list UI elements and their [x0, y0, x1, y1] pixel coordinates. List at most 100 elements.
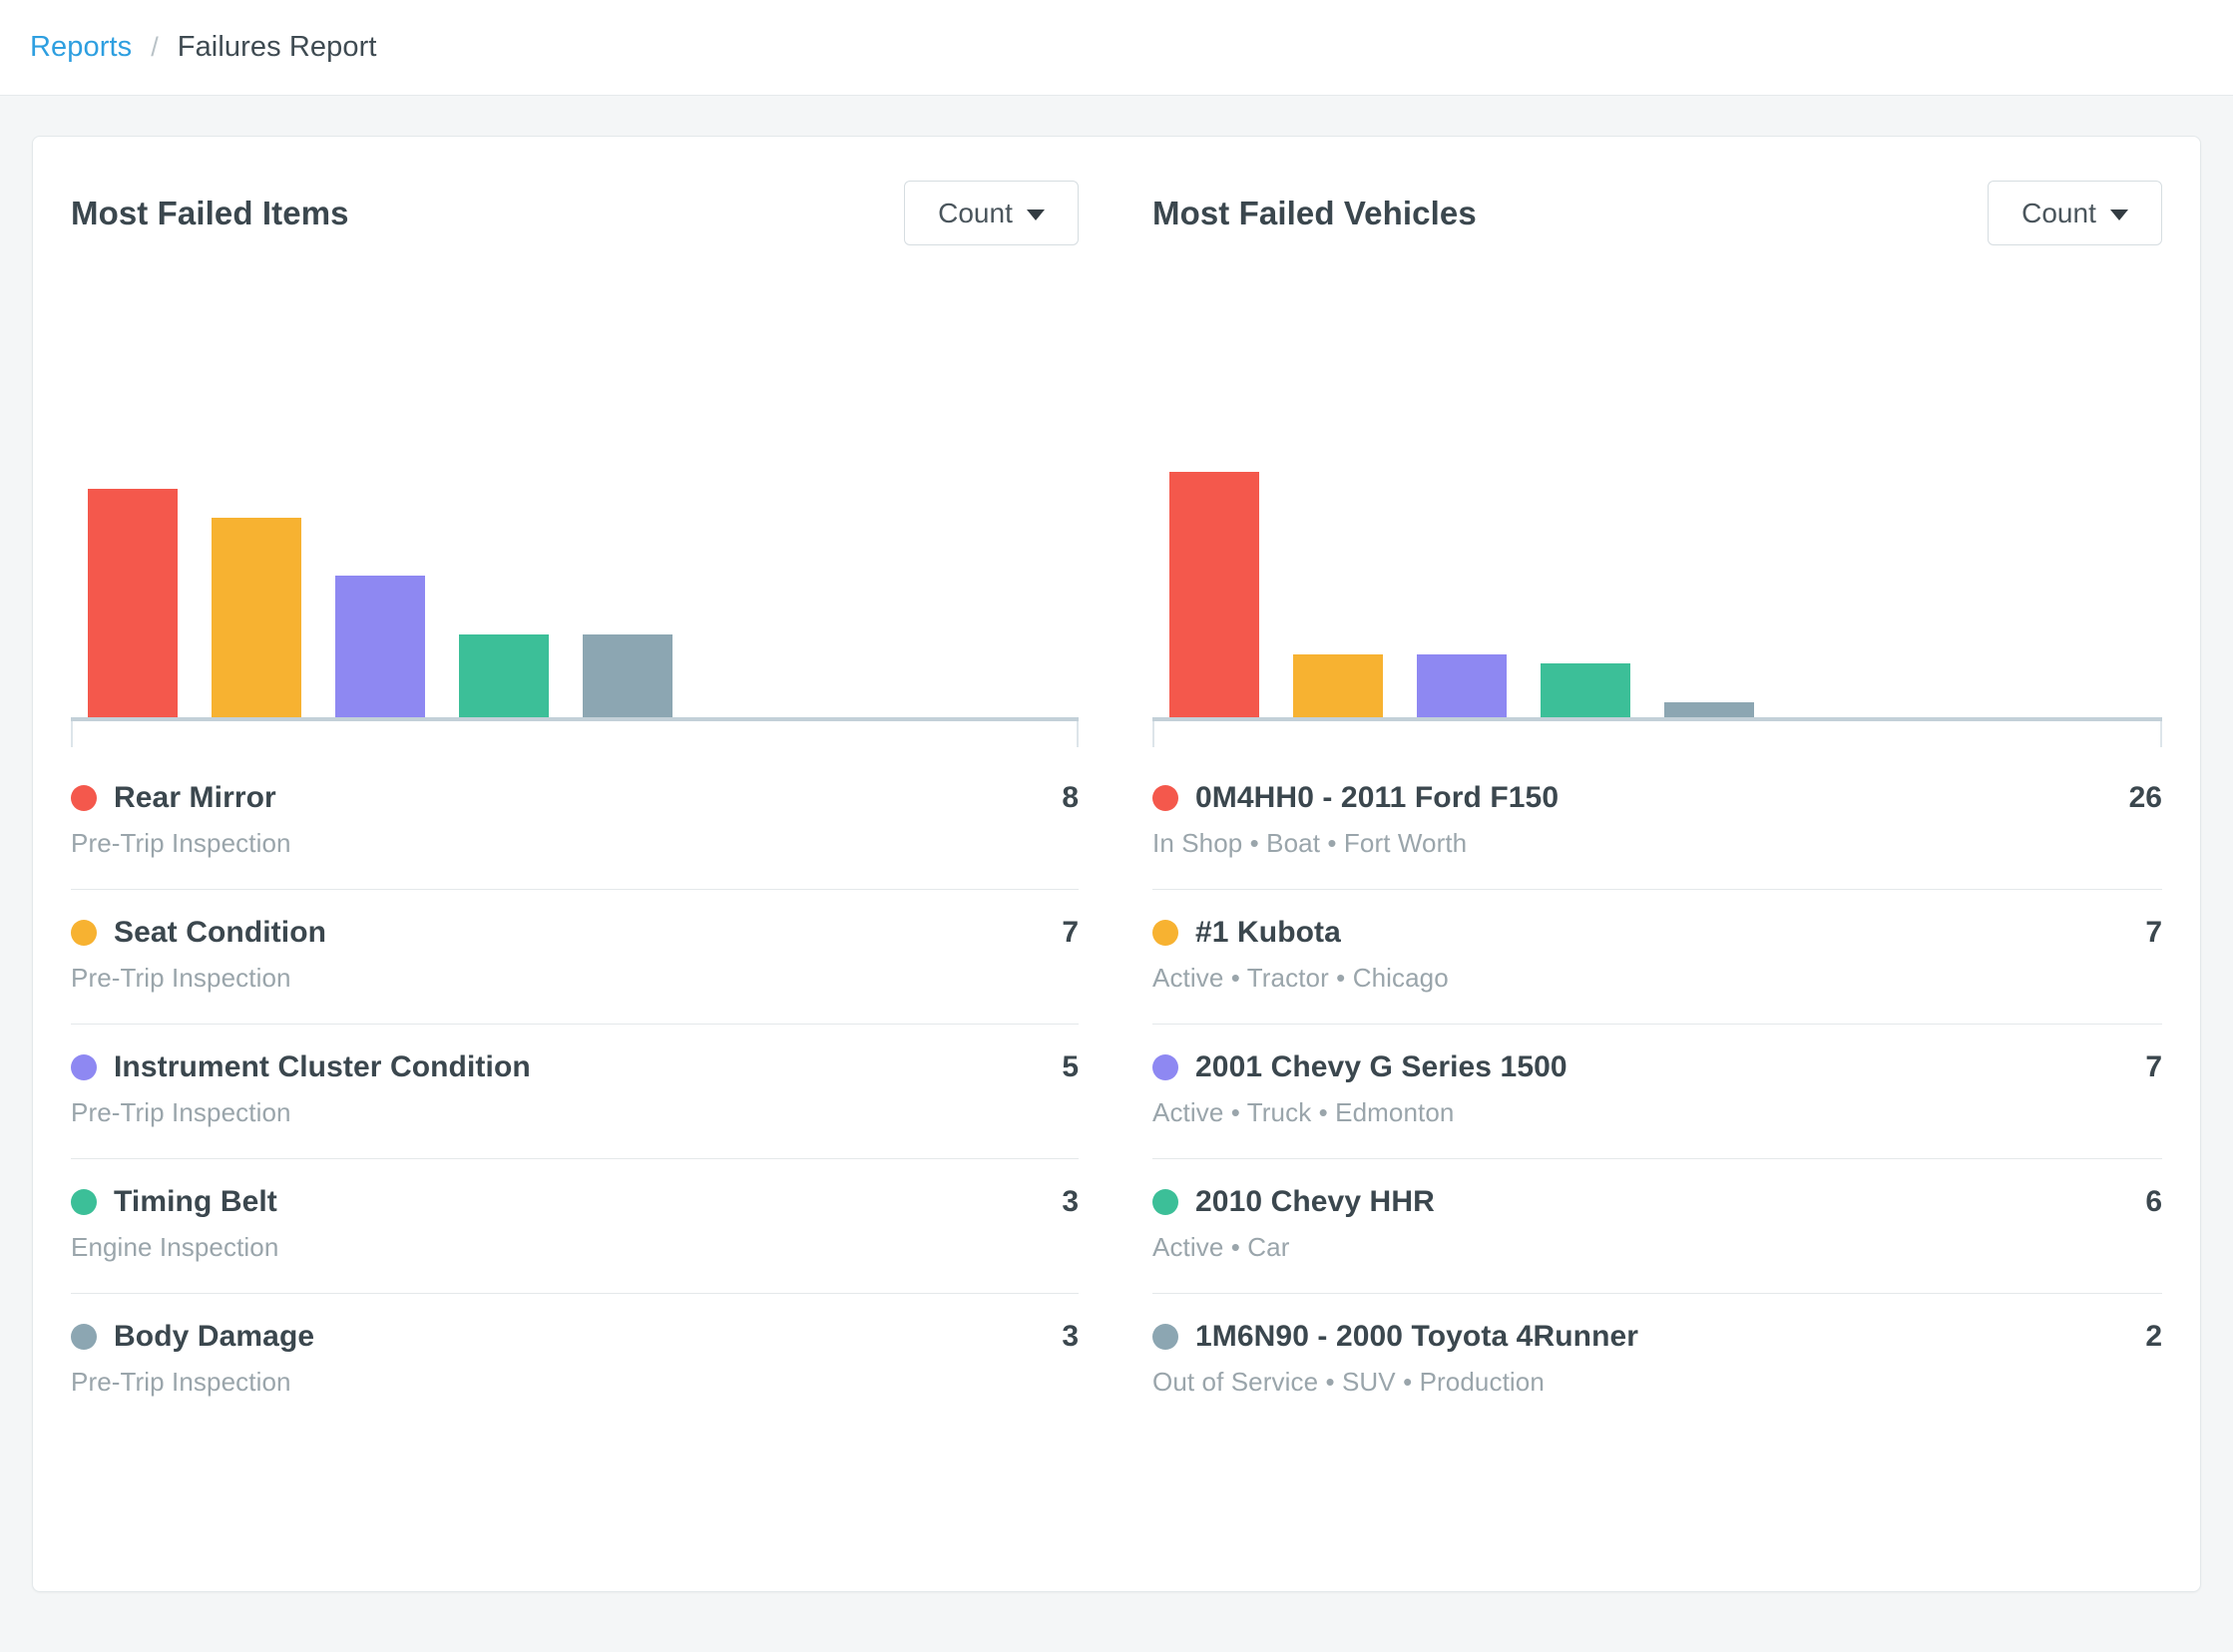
bar-items-2[interactable]: [335, 576, 425, 721]
series-color-dot: [1152, 1189, 1178, 1215]
list-item-label: Rear Mirror: [114, 781, 1042, 815]
breadcrumb-separator: /: [151, 32, 159, 63]
series-color-dot: [1152, 785, 1178, 811]
panel-most-failed-vehicles: Most Failed Vehicles Count 0M4HH0 - 2011…: [1116, 137, 2200, 1591]
list-item-main: 1M6N90 - 2000 Toyota 4Runner 2: [1152, 1320, 2162, 1354]
metric-dropdown-items[interactable]: Count: [904, 181, 1079, 245]
list-item-label: Body Damage: [114, 1320, 1042, 1354]
chevron-down-icon: [1027, 209, 1045, 220]
bar-chart-items-axis: [71, 717, 1079, 721]
series-color-dot: [1152, 1054, 1178, 1080]
list-item-value: 5: [1062, 1050, 1079, 1084]
list-item-label: Seat Condition: [114, 916, 1042, 950]
bar-chart-items-bars: [71, 382, 1079, 721]
list-item-label: 2010 Chevy HHR: [1195, 1185, 2125, 1219]
bar-vehicles-0[interactable]: [1169, 472, 1259, 721]
list-item[interactable]: 0M4HH0 - 2011 Ford F150 26 In Shop • Boa…: [1152, 755, 2162, 890]
panel-title-items: Most Failed Items: [71, 181, 349, 232]
list-item-label: Timing Belt: [114, 1185, 1042, 1219]
list-item-value: 2: [2145, 1320, 2162, 1354]
bar-vehicles-3[interactable]: [1541, 663, 1630, 721]
bar-items-3[interactable]: [459, 634, 549, 721]
list-item-value: 3: [1062, 1320, 1079, 1354]
list-item-value: 8: [1062, 781, 1079, 815]
metric-dropdown-vehicles-label: Count: [2021, 198, 2096, 229]
bar-items-0[interactable]: [88, 489, 178, 721]
list-item-main: 2010 Chevy HHR 6: [1152, 1185, 2162, 1219]
list-item[interactable]: Timing Belt 3 Engine Inspection: [71, 1159, 1079, 1294]
series-color-dot: [71, 1189, 97, 1215]
panel-header: Most Failed Vehicles Count: [1152, 181, 2162, 266]
bar-chart-vehicles-bars: [1152, 382, 2162, 721]
list-item-label: #1 Kubota: [1195, 916, 2125, 950]
list-item-subtitle: Active • Truck • Edmonton: [1152, 1097, 2162, 1128]
list-item-subtitle: Active • Tractor • Chicago: [1152, 963, 2162, 994]
list-item-value: 26: [2129, 781, 2162, 815]
metric-dropdown-vehicles[interactable]: Count: [1988, 181, 2162, 245]
series-color-dot: [71, 1324, 97, 1350]
list-item-value: 6: [2145, 1185, 2162, 1219]
failed-items-list: Rear Mirror 8 Pre-Trip Inspection Seat C…: [71, 755, 1079, 1428]
failed-vehicles-list: 0M4HH0 - 2011 Ford F150 26 In Shop • Boa…: [1152, 755, 2162, 1428]
bar-slot: [1400, 382, 1524, 721]
list-item[interactable]: Seat Condition 7 Pre-Trip Inspection: [71, 890, 1079, 1025]
list-item[interactable]: 2010 Chevy HHR 6 Active • Car: [1152, 1159, 2162, 1294]
bar-chart-vehicles: [1152, 322, 2162, 721]
list-item[interactable]: Body Damage 3 Pre-Trip Inspection: [71, 1294, 1079, 1428]
list-item-value: 7: [2145, 1050, 2162, 1084]
series-color-dot: [71, 1054, 97, 1080]
list-item-main: Seat Condition 7: [71, 916, 1079, 950]
bar-items-1[interactable]: [212, 518, 301, 721]
bar-slot: [1647, 382, 1771, 721]
list-item-main: Timing Belt 3: [71, 1185, 1079, 1219]
breadcrumb-link-reports[interactable]: Reports: [30, 31, 132, 64]
bar-slot: [318, 382, 442, 721]
series-color-dot: [71, 785, 97, 811]
bar-chart-items: [71, 322, 1079, 721]
list-item-subtitle: Pre-Trip Inspection: [71, 828, 1079, 859]
bar-vehicles-2[interactable]: [1417, 654, 1507, 721]
bar-items-4[interactable]: [583, 634, 672, 721]
list-item-main: 2001 Chevy G Series 1500 7: [1152, 1050, 2162, 1084]
list-item-main: Body Damage 3: [71, 1320, 1079, 1354]
list-item-value: 7: [1062, 916, 1079, 950]
list-item[interactable]: 1M6N90 - 2000 Toyota 4Runner 2 Out of Se…: [1152, 1294, 2162, 1428]
panel-title-vehicles: Most Failed Vehicles: [1152, 181, 1477, 232]
list-item-subtitle: Engine Inspection: [71, 1232, 1079, 1263]
bar-chart-vehicles-axis: [1152, 717, 2162, 721]
list-item-label: 0M4HH0 - 2011 Ford F150: [1195, 781, 2109, 815]
bar-slot: [1152, 382, 1276, 721]
list-item-subtitle: In Shop • Boat • Fort Worth: [1152, 828, 2162, 859]
list-item-subtitle: Active • Car: [1152, 1232, 2162, 1263]
bar-slot: [566, 382, 689, 721]
bar-slot: [195, 382, 318, 721]
panel-header: Most Failed Items Count: [71, 181, 1079, 266]
bar-vehicles-1[interactable]: [1293, 654, 1383, 721]
bar-slot: [71, 382, 195, 721]
bar-slot: [1276, 382, 1400, 721]
list-item-label: Instrument Cluster Condition: [114, 1050, 1042, 1084]
failures-report-card: Most Failed Items Count Rear Mirror: [32, 136, 2201, 1592]
metric-dropdown-items-label: Count: [938, 198, 1013, 229]
list-item-label: 2001 Chevy G Series 1500: [1195, 1050, 2125, 1084]
bar-slot: [1524, 382, 1647, 721]
list-item-main: #1 Kubota 7: [1152, 916, 2162, 950]
list-item[interactable]: #1 Kubota 7 Active • Tractor • Chicago: [1152, 890, 2162, 1025]
list-item-subtitle: Out of Service • SUV • Production: [1152, 1367, 2162, 1398]
panel-most-failed-items: Most Failed Items Count Rear Mirror: [33, 137, 1116, 1591]
breadcrumb: Reports / Failures Report: [0, 0, 2233, 96]
list-item-value: 7: [2145, 916, 2162, 950]
series-color-dot: [1152, 920, 1178, 946]
series-color-dot: [71, 920, 97, 946]
list-item[interactable]: Rear Mirror 8 Pre-Trip Inspection: [71, 755, 1079, 890]
list-item-value: 3: [1062, 1185, 1079, 1219]
list-item-label: 1M6N90 - 2000 Toyota 4Runner: [1195, 1320, 2125, 1354]
list-item-subtitle: Pre-Trip Inspection: [71, 1097, 1079, 1128]
list-item[interactable]: Instrument Cluster Condition 5 Pre-Trip …: [71, 1025, 1079, 1159]
list-item[interactable]: 2001 Chevy G Series 1500 7 Active • Truc…: [1152, 1025, 2162, 1159]
bar-slot: [442, 382, 566, 721]
list-item-main: Rear Mirror 8: [71, 781, 1079, 815]
breadcrumb-current-page: Failures Report: [178, 31, 377, 64]
list-item-subtitle: Pre-Trip Inspection: [71, 963, 1079, 994]
chevron-down-icon: [2110, 209, 2128, 220]
